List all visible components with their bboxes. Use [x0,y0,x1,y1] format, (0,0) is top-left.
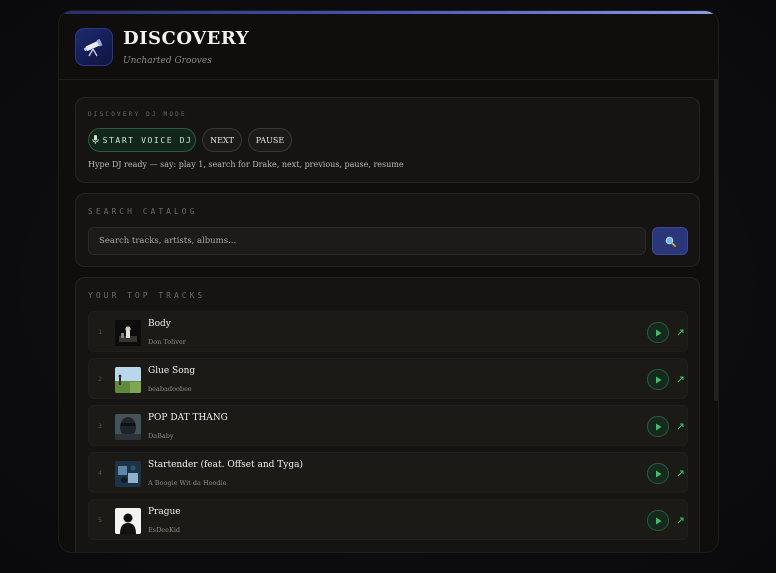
pause-button[interactable]: PAUSE [248,128,292,152]
track-row[interactable]: 4 Startender (feat. Offset and Tyga) A B… [88,452,688,493]
search-icon [665,232,676,251]
track-title: Body [148,319,171,329]
play-button[interactable] [647,463,669,484]
top-tracks-panel: YOUR TOP TRACKS 1 Body Don Toliver 2 Glu… [75,277,700,552]
play-button[interactable] [647,510,669,531]
track-artist: DaBaby [148,432,174,440]
external-arrow-icon [677,470,683,476]
app-window: DISCOVERY Uncharted Grooves DISCOVERY DJ… [58,10,719,553]
start-voice-dj-button[interactable]: START VOICE DJ [88,128,196,152]
track-artist: EsDeeKid [148,526,181,534]
track-number: 1 [98,328,102,336]
track-number: 3 [98,422,102,430]
open-link-button[interactable] [675,467,685,479]
open-link-button[interactable] [675,326,685,338]
track-number: 4 [98,469,102,477]
play-button[interactable] [647,322,669,343]
app-subtitle: Uncharted Grooves [123,56,212,66]
play-icon [655,329,661,336]
album-art [115,367,141,393]
next-button[interactable]: NEXT [202,128,242,152]
open-link-button[interactable] [675,514,685,526]
app-title: DISCOVERY [123,28,250,49]
play-button[interactable] [647,416,669,437]
tracks-section-label: YOUR TOP TRACKS [88,291,206,300]
play-icon [655,376,661,383]
track-title: POP DAT THANG [148,413,228,423]
album-art [115,508,141,534]
play-icon [655,517,661,524]
open-link-button[interactable] [675,420,685,432]
track-artist: A Boogie Wit da Hoodie [148,479,227,487]
external-arrow-icon [677,329,683,335]
track-row[interactable]: 1 Body Don Toliver [88,311,688,352]
external-arrow-icon [677,376,683,382]
track-row[interactable]: 3 POP DAT THANG DaBaby [88,405,688,446]
search-input[interactable] [88,227,646,255]
track-title: Startender (feat. Offset and Tyga) [148,460,304,470]
play-icon [655,423,661,430]
album-art [115,320,141,346]
dj-mode-panel: DISCOVERY DJ MODE START VOICE DJ NEXT PA… [75,97,700,183]
track-title: Prague [148,507,181,517]
external-arrow-icon [677,517,683,523]
search-panel: SEARCH CATALOG [75,193,700,267]
open-link-button[interactable] [675,373,685,385]
dj-section-label: DISCOVERY DJ MODE [88,111,187,118]
telescope-icon [75,28,113,66]
dj-status-text: Hype DJ ready — say: play 1, search for … [88,160,404,169]
scrollbar[interactable] [714,79,718,401]
track-row[interactable]: 2 Glue Song beabadoobee [88,358,688,399]
album-art [115,414,141,440]
play-button[interactable] [647,369,669,390]
track-artist: beabadoobee [148,385,192,393]
search-section-label: SEARCH CATALOG [88,207,198,216]
search-button[interactable] [652,227,688,255]
track-row[interactable]: 5 Prague EsDeeKid [88,499,688,540]
track-number: 2 [98,375,102,383]
track-number: 5 [98,516,102,524]
album-art [115,461,141,487]
app-header: DISCOVERY Uncharted Grooves [59,14,718,80]
track-title: Glue Song [148,366,196,376]
external-arrow-icon [677,423,683,429]
microphone-icon [91,134,99,146]
start-voice-dj-label: START VOICE DJ [102,135,193,145]
track-artist: Don Toliver [148,338,186,346]
play-icon [655,470,661,477]
